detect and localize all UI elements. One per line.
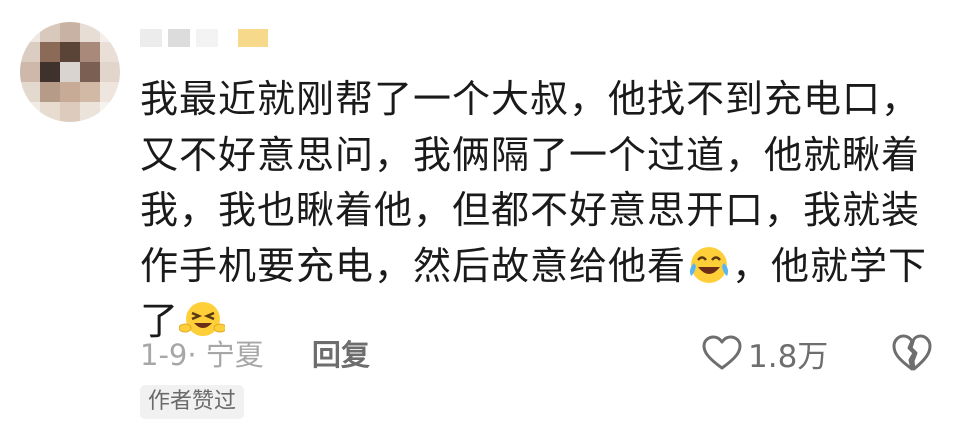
broken-heart-icon[interactable] [892,333,932,373]
laughing-tears-emoji-icon [690,246,729,283]
comment-line: 作手机要充电，然后故意给他看 ，他就学下 [140,239,940,295]
comment-line-part: 作手机要充电，然后故意给他看 [140,243,687,288]
comment-line: 我最近就刚帮了一个大叔，他找不到充电口， [140,77,921,121]
comment-line: 又不好意思问，我俩隔了一个过道，他就瞅着 [140,132,921,177]
comment-text: 我最近就刚帮了一个大叔，他找不到充电口， 又不好意思问，我俩隔了一个过道，他就瞅… [140,72,940,350]
comment-line-part: ，他就学下 [732,243,928,288]
heart-outline-icon [702,335,742,370]
comment-date-location: 1-9· 宁夏 [140,338,264,372]
author-liked-badge: 作者赞过 [140,385,245,419]
avatar[interactable] [20,22,120,122]
like-button[interactable]: 1.8万 [702,331,828,375]
comment-line: 我，我也瞅着他，但都不好意思开口，我就装 [140,188,921,232]
reply-button[interactable]: 回复 [312,332,370,374]
username[interactable] [140,22,270,54]
comment-meta: 1-9· 宁夏 回复 [140,331,370,375]
like-count: 1.8万 [748,338,829,375]
